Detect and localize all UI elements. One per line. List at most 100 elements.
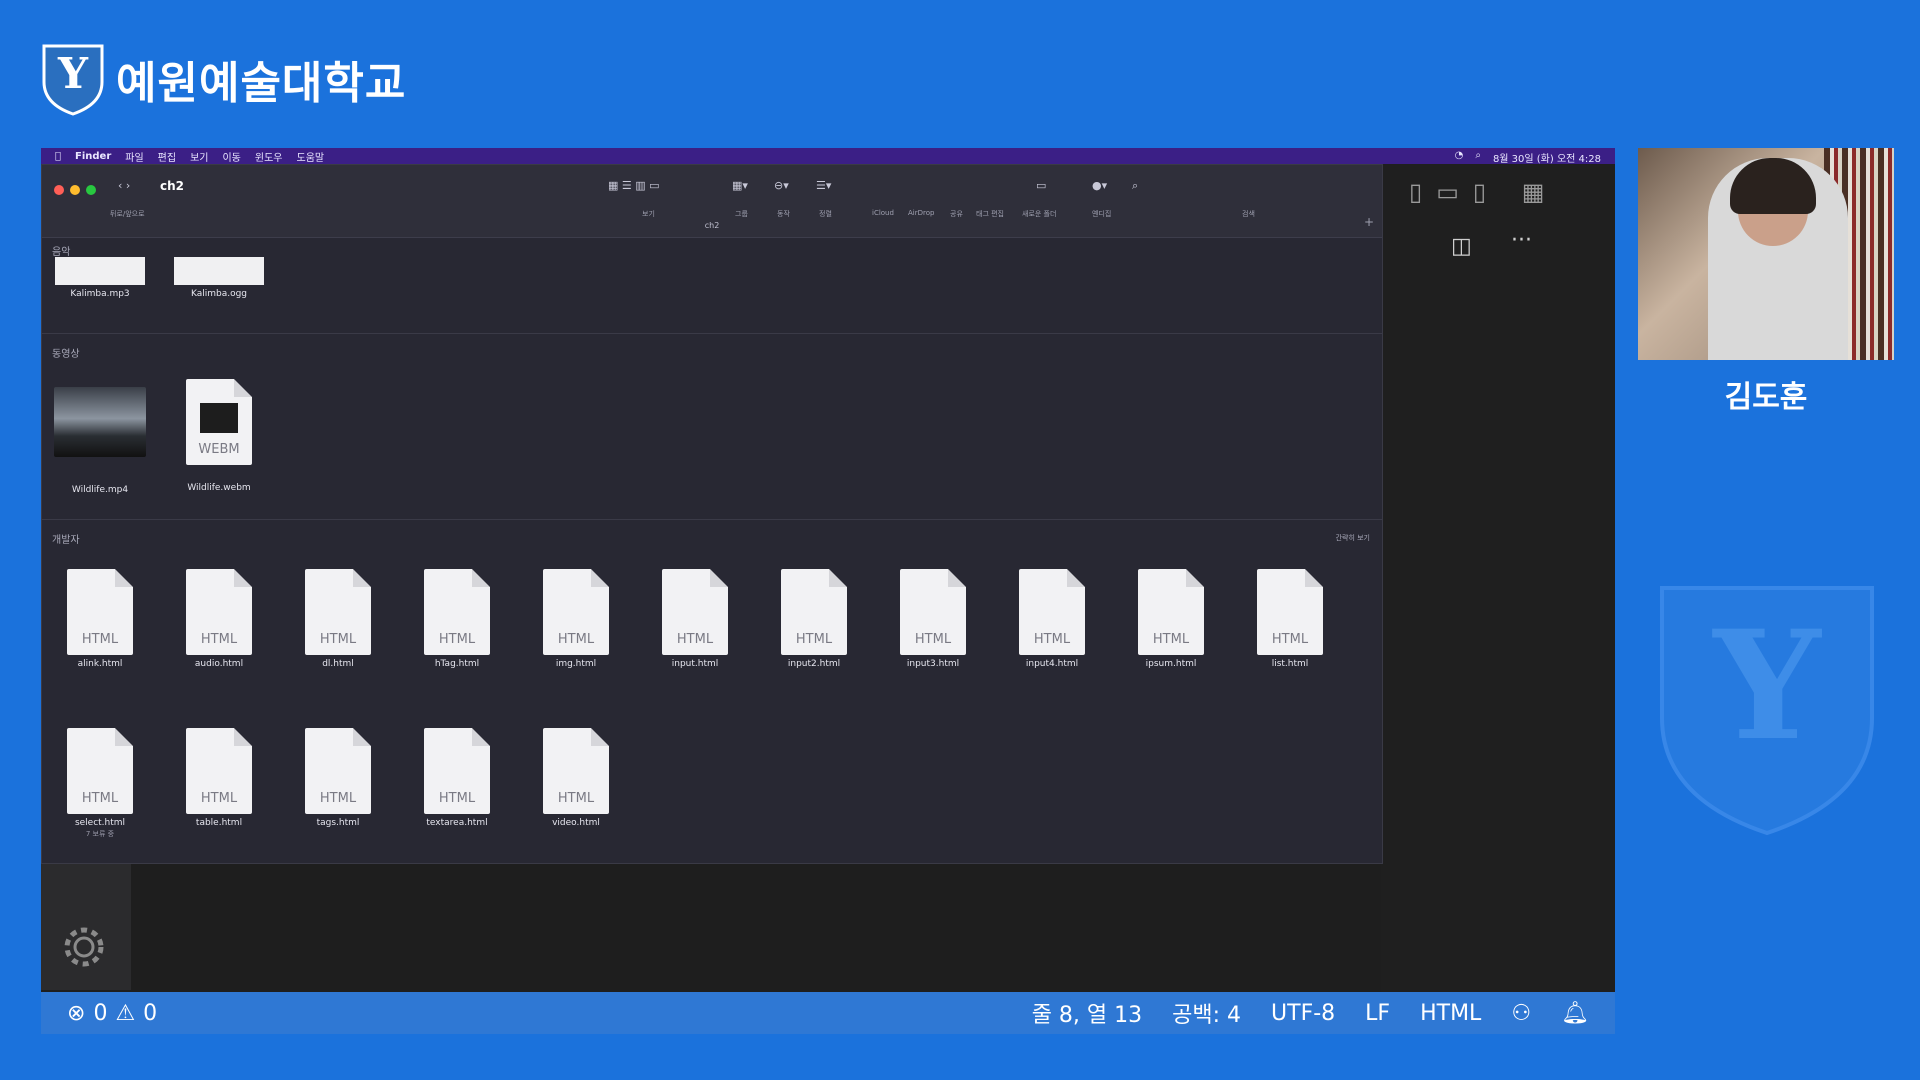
toolbar-label-action: 동작 — [777, 210, 790, 218]
file-ext: HTML — [557, 791, 595, 806]
add-tab-icon[interactable]: + — [1364, 215, 1374, 229]
section-divider — [42, 519, 1382, 520]
file-item[interactable]: HTML ipsum.html — [1121, 569, 1221, 669]
file-item[interactable]: HTML input.html — [645, 569, 745, 669]
bell-icon[interactable]: 🔔︎ — [1561, 1001, 1589, 1026]
html-file-icon: HTML — [1138, 569, 1204, 655]
audio-file-icon — [55, 257, 145, 285]
new-folder-icon[interactable]: ▭ — [1036, 179, 1046, 192]
toolbar-label-tags[interactable]: 태그 편집 — [976, 209, 1004, 219]
file-item[interactable]: HTML input3.html — [883, 569, 983, 669]
file-item[interactable]: HTML alink.html — [50, 569, 150, 669]
shared-screen:  Finder 파일 편집 보기 이동 윈도우 도움말 ◔ ⌕ 8월 30일 … — [41, 148, 1615, 1034]
error-icon: ⊗ — [67, 1000, 86, 1026]
html-file-icon: HTML — [662, 569, 728, 655]
svg-text:Y: Y — [1711, 598, 1822, 774]
file-ext: WEBM — [198, 442, 240, 457]
more-icon[interactable]: ··· — [1511, 228, 1532, 253]
file-ext: HTML — [1271, 632, 1309, 647]
menu-finder[interactable]: Finder — [75, 151, 111, 162]
window-title: ch2 — [160, 179, 185, 193]
action-icon[interactable]: ⊖▾ — [774, 179, 789, 192]
indentation[interactable]: 공백: 4 — [1172, 997, 1241, 1029]
webcam-video — [1638, 148, 1894, 360]
menu-go[interactable]: 이동 — [222, 149, 240, 164]
split-editor-icon[interactable]: ◫ — [1451, 234, 1472, 259]
clock[interactable]: 8월 30일 (화) 오전 4:28 — [1493, 150, 1601, 165]
view-mode-icons[interactable]: ▦ ☰ ▥ ▭ — [608, 179, 660, 192]
file-item[interactable]: HTML video.html — [526, 728, 626, 828]
html-file-icon: HTML — [305, 569, 371, 655]
video-thumbnail — [54, 387, 146, 457]
section-divider — [42, 333, 1382, 334]
file-item[interactable]: Wildlife.mp4 — [50, 379, 150, 495]
file-name: img.html — [555, 659, 597, 669]
menu-file[interactable]: 파일 — [125, 149, 143, 164]
toolbar-label-new-folder[interactable]: 새로운 폴더 — [1022, 209, 1056, 219]
problems-indicator[interactable]: ⊗ 0 ⚠ 0 — [67, 1001, 157, 1026]
sort-icon[interactable]: ☰▾ — [816, 179, 831, 192]
file-item[interactable]: Kalimba.ogg — [169, 257, 269, 299]
file-ext: HTML — [1152, 632, 1190, 647]
line-ending[interactable]: LF — [1365, 1001, 1390, 1026]
minimize-button[interactable] — [70, 185, 80, 195]
language-mode[interactable]: HTML — [1420, 1001, 1481, 1026]
file-item[interactable]: HTML dl.html — [288, 569, 388, 669]
gear-icon[interactable] — [61, 924, 107, 970]
cursor-position[interactable]: 줄 8, 열 13 — [1032, 997, 1142, 1029]
menu-edit[interactable]: 편집 — [158, 149, 176, 164]
toolbar-label-app[interactable]: 옌디집 — [1092, 209, 1111, 219]
error-count: 0 — [93, 1000, 108, 1026]
file-item[interactable]: HTML select.html 7 보류 중 — [50, 728, 150, 839]
file-item[interactable]: HTML img.html — [526, 569, 626, 669]
menu-help[interactable]: 도움말 — [297, 149, 325, 164]
file-name: ipsum.html — [1145, 659, 1197, 669]
accounts-icon[interactable]: ⚇ — [1511, 1001, 1531, 1026]
encoding[interactable]: UTF-8 — [1271, 1001, 1335, 1026]
html-file-icon: HTML — [1257, 569, 1323, 655]
university-logo: Y 예원예술대학교 — [40, 42, 406, 116]
search-icon[interactable]: ⌕ — [1475, 150, 1481, 165]
macos-menubar:  Finder 파일 편집 보기 이동 윈도우 도움말 ◔ ⌕ 8월 30일 … — [41, 148, 1615, 165]
show-less-link[interactable]: 간략히 보기 — [1336, 533, 1370, 543]
menu-view[interactable]: 보기 — [190, 149, 208, 164]
file-item[interactable]: HTML table.html — [169, 728, 269, 828]
file-item[interactable]: HTML tags.html — [288, 728, 388, 828]
audio-file-icon — [174, 257, 264, 285]
html-file-icon: HTML — [543, 728, 609, 814]
warning-count: 0 — [143, 1000, 158, 1026]
menu-window[interactable]: 윈도우 — [255, 149, 283, 164]
file-item[interactable]: HTML audio.html — [169, 569, 269, 669]
file-ext: HTML — [1033, 632, 1071, 647]
group-icon[interactable]: ▦▾ — [732, 179, 748, 192]
file-item[interactable]: WEBM Wildlife.webm — [169, 379, 269, 493]
toolbar-label-airdrop[interactable]: AirDrop — [908, 209, 934, 217]
html-file-icon: HTML — [781, 569, 847, 655]
file-ext: HTML — [914, 632, 952, 647]
file-name: input.html — [671, 659, 719, 669]
file-name: textarea.html — [426, 818, 488, 828]
toolbar-label-share[interactable]: 공유 — [950, 209, 963, 219]
section-title-video: 동영상 — [52, 349, 80, 360]
file-item[interactable]: Kalimba.mp3 — [50, 257, 150, 299]
shield-icon: Y — [40, 42, 106, 116]
file-item[interactable]: HTML textarea.html — [407, 728, 507, 828]
layout-icons[interactable]: ▯▭▯ ▦ — [1409, 178, 1558, 206]
back-forward-icon[interactable]: ‹ › — [118, 179, 130, 192]
file-name: Wildlife.mp4 — [71, 485, 129, 495]
webm-file-icon: WEBM — [186, 379, 252, 465]
html-file-icon: HTML — [424, 728, 490, 814]
app-icon[interactable]: ●▾ — [1092, 179, 1107, 192]
apple-icon[interactable]:  — [55, 151, 61, 162]
file-name: table.html — [195, 818, 243, 828]
close-button[interactable] — [54, 185, 64, 195]
wifi-icon[interactable]: ◔ — [1455, 150, 1464, 165]
search-field-icon[interactable]: ⌕ — [1132, 179, 1138, 193]
file-item[interactable]: HTML input2.html — [764, 569, 864, 669]
toolbar-label-icloud[interactable]: iCloud — [872, 209, 894, 217]
file-item[interactable]: HTML input4.html — [1002, 569, 1102, 669]
file-ext: HTML — [81, 791, 119, 806]
zoom-button[interactable] — [86, 185, 96, 195]
file-item[interactable]: HTML hTag.html — [407, 569, 507, 669]
file-item[interactable]: HTML list.html — [1240, 569, 1340, 669]
